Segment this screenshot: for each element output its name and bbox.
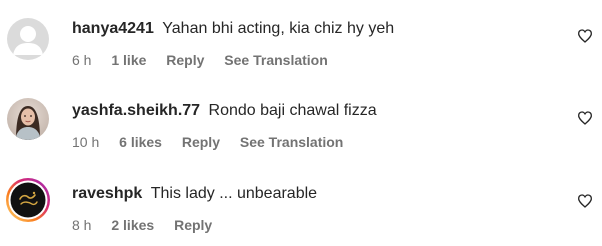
comment-username[interactable]: raveshpk [72,185,142,202]
comment-item: hanya4241 Yahan bhi acting, kia chiz hy … [0,0,602,82]
profile-photo[interactable] [7,98,49,140]
comment-time: 6 h [72,52,92,68]
comment-username[interactable]: yashfa.sheikh.77 [72,102,200,119]
reply-button[interactable]: Reply [182,133,220,151]
reply-button[interactable]: Reply [174,216,212,234]
comment-item: yashfa.sheikh.77 Rondo baji chawal fizza… [0,82,602,164]
comment-username[interactable]: hanya4241 [72,20,154,37]
comment-likes-link[interactable]: 6 likes [119,133,162,151]
see-translation-button[interactable]: See Translation [224,51,327,69]
comment-text: Rondo baji chawal fizza [208,102,377,119]
comment-text: Yahan bhi acting, kia chiz hy yeh [162,20,395,37]
reply-button[interactable]: Reply [166,51,204,69]
comment-text: This lady ... unbearable [150,185,318,202]
heart-icon[interactable] [577,110,593,126]
heart-icon[interactable] [577,28,593,44]
heart-icon[interactable] [577,193,593,209]
comment-likes-link[interactable]: 2 likes [111,216,154,234]
comment-time: 8 h [72,217,92,233]
comment-item: raveshpk This lady ... unbearable 8 h 2 … [0,164,602,246]
default-avatar-icon[interactable] [7,18,49,60]
comment-time: 10 h [72,134,100,150]
comment-likes-link[interactable]: 1 like [111,51,146,69]
see-translation-button[interactable]: See Translation [240,133,343,151]
story-ring-logo[interactable] [5,177,51,223]
